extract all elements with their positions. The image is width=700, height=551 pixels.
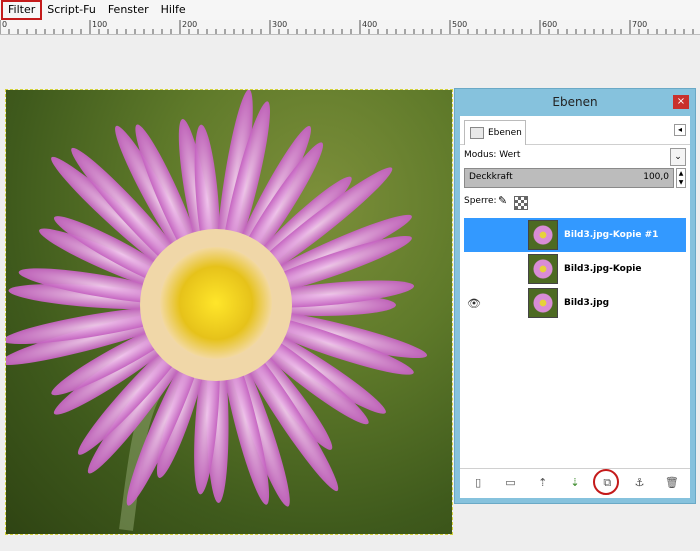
- layers-dialog: Ebenen × Ebenen ◂ Modus: Wert ⌄ Deckkraf…: [454, 88, 696, 504]
- layer-thumbnail: [528, 254, 558, 284]
- opacity-spinner[interactable]: ▲ ▼: [676, 168, 686, 188]
- layer-name: Bild3.jpg: [564, 298, 610, 308]
- menubar: Filter Script-Fu Fenster Hilfe: [0, 0, 700, 20]
- ruler-label-700: 700: [632, 20, 648, 29]
- menu-fenster[interactable]: Fenster: [102, 1, 155, 19]
- ruler-label-500: 500: [452, 20, 468, 29]
- layer-name: Bild3.jpg-Kopie: [564, 264, 642, 274]
- duplicate-layer-icon[interactable]: ⧉: [593, 468, 620, 495]
- delete-icon[interactable]: 🗑: [664, 475, 680, 491]
- new-layer-icon[interactable]: ▯: [470, 475, 486, 491]
- new-group-icon[interactable]: ▭: [502, 475, 518, 491]
- ruler-label-600: 600: [542, 20, 558, 29]
- menu-hilfe[interactable]: Hilfe: [155, 1, 192, 19]
- tab-bar: Ebenen ◂: [460, 116, 690, 145]
- tab-ebenen[interactable]: Ebenen: [464, 120, 526, 145]
- raise-layer-icon[interactable]: ⇡: [535, 475, 551, 491]
- dialog-body: Ebenen ◂ Modus: Wert ⌄ Deckkraft 100,0 ▲…: [460, 116, 690, 498]
- opacity-slider[interactable]: Deckkraft 100,0: [464, 168, 674, 188]
- lock-pixels-icon[interactable]: ✎: [498, 194, 507, 207]
- chevron-down-icon[interactable]: ⌄: [670, 148, 686, 166]
- opacity-label: Deckkraft: [469, 172, 513, 182]
- ruler-label-400: 400: [362, 20, 378, 29]
- layer-list: Bild3.jpg-Kopie #1 Bild3.jpg-Kopie 👁 Bil…: [464, 212, 686, 462]
- dialog-title: Ebenen: [552, 95, 598, 109]
- layer-name: Bild3.jpg-Kopie #1: [564, 230, 659, 240]
- lock-alpha-icon[interactable]: [514, 196, 528, 210]
- opacity-value: 100,0: [643, 172, 669, 182]
- eye-icon[interactable]: 👁: [464, 297, 484, 310]
- layer-row[interactable]: 👁 Bild3.jpg: [464, 286, 686, 320]
- mode-selector[interactable]: Modus: Wert ⌄: [464, 148, 686, 166]
- layer-row-selected[interactable]: Bild3.jpg-Kopie #1: [464, 218, 686, 252]
- tab-label: Ebenen: [488, 128, 522, 138]
- anchor-icon[interactable]: ⚓: [632, 475, 648, 491]
- ruler-label-100: 100: [92, 20, 108, 29]
- layers-icon: [470, 127, 484, 139]
- layer-thumbnail: [528, 288, 558, 318]
- ruler-label-0: 0: [2, 20, 8, 29]
- layer-toolbar: ▯ ▭ ⇡ ⇣ ⧉ ⚓ 🗑: [460, 468, 690, 496]
- layer-row[interactable]: Bild3.jpg-Kopie: [464, 252, 686, 286]
- lower-layer-icon[interactable]: ⇣: [567, 475, 583, 491]
- opacity-control[interactable]: Deckkraft 100,0 ▲ ▼: [464, 168, 686, 188]
- horizontal-ruler: 0 100 200 300 400 500 600 700: [0, 20, 700, 35]
- flower-image: [6, 90, 428, 531]
- tab-menu-button[interactable]: ◂: [674, 124, 686, 136]
- mode-label: Modus: Wert: [464, 150, 521, 160]
- layer-thumbnail: [528, 220, 558, 250]
- lock-label: Sperre:: [464, 196, 497, 206]
- image-canvas[interactable]: [5, 89, 453, 535]
- menu-filter[interactable]: Filter: [0, 0, 43, 20]
- menu-script-fu[interactable]: Script-Fu: [41, 1, 102, 19]
- ruler-label-200: 200: [182, 20, 198, 29]
- ruler-label-300: 300: [272, 20, 288, 29]
- close-button[interactable]: ×: [673, 95, 689, 109]
- lock-row: Sperre: ✎: [464, 194, 686, 210]
